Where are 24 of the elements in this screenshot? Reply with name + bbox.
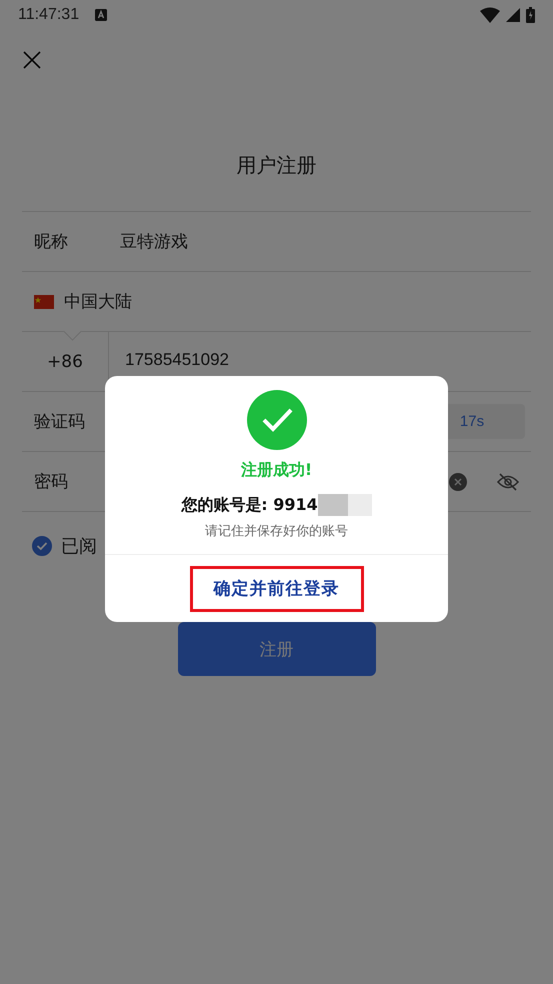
flag-icon [34,294,54,308]
hidden-eye-icon[interactable] [497,472,519,490]
dialog-title: 注册成功! [240,460,312,481]
page-title: 用户注册 [236,152,318,179]
agreement-text: 已阅 [61,535,97,558]
redaction-mark [318,494,372,516]
close-icon[interactable] [23,51,41,69]
field-label: 验证码 [34,411,86,433]
battery-icon [526,7,535,23]
checkbox[interactable] [32,536,52,556]
account-number: 您的账号是: 9914 [181,494,318,516]
dialog-note: 请记住并保存好你的账号 [205,523,348,540]
wifi-icon [480,7,500,23]
clear-icon[interactable] [449,472,467,490]
field-label: 密码 [34,471,69,493]
status-time: 11:47:31 [18,6,80,24]
success-check-icon [246,390,306,450]
nickname-field[interactable]: 豆特游戏 [120,230,188,253]
field-label: 昵称 [34,231,69,253]
signal-icon [506,8,520,22]
keyboard-notification-icon [95,9,108,21]
confirm-login-button[interactable]: 确定并前往登录 [190,566,364,612]
phone-field[interactable]: 17585451092 [109,350,230,370]
register-button[interactable]: 注册 [178,622,376,676]
